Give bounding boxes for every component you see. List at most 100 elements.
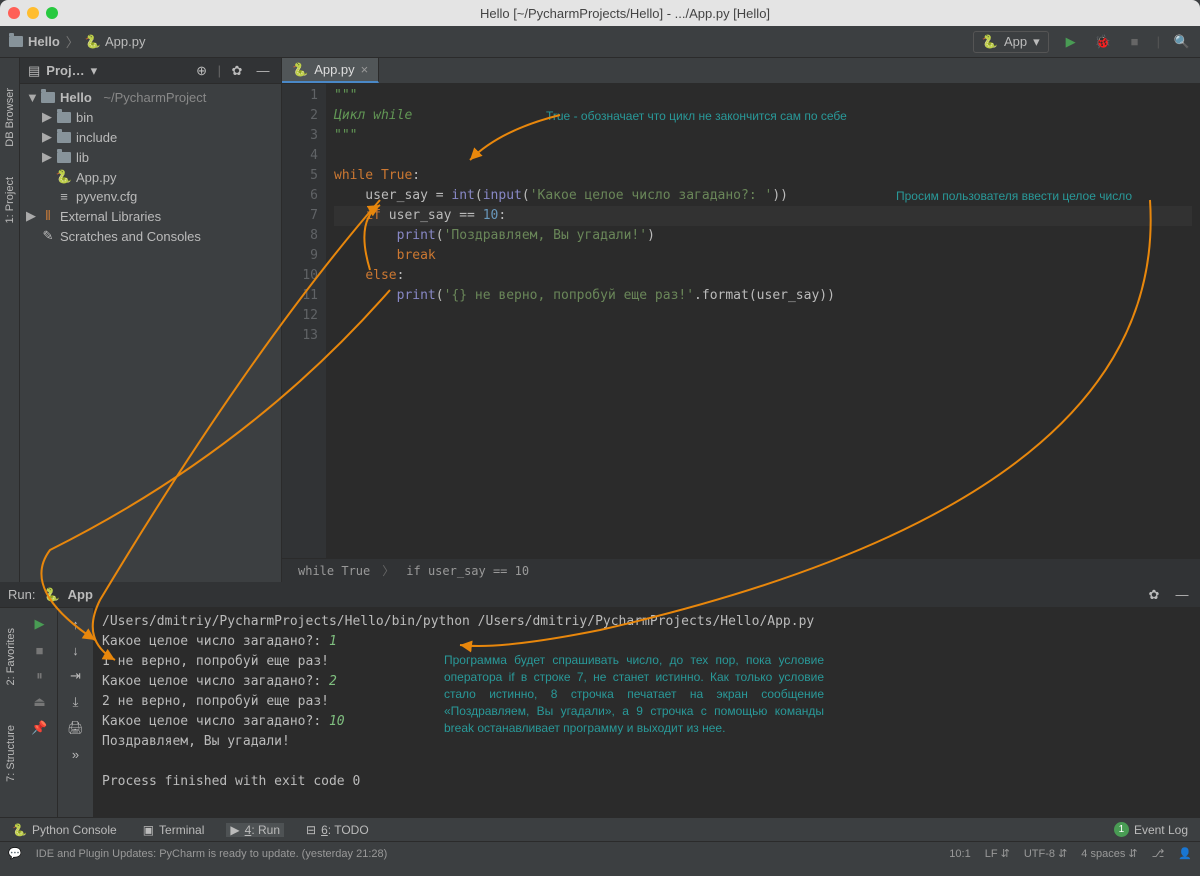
run-tab[interactable]: ▶4: Run <box>226 823 284 837</box>
annotation-explanation: Программа будет спрашивать число, до тех… <box>444 652 824 737</box>
tree-external-libraries[interactable]: ▶⫴External Libraries <box>20 206 281 226</box>
project-panel-title: Proj… <box>46 63 84 78</box>
tree-root[interactable]: ▼ Hello ~/PycharmProject <box>20 88 281 107</box>
status-bar: 💬 IDE and Plugin Updates: PyCharm is rea… <box>0 841 1200 865</box>
breadcrumb-separator: 〉 <box>66 32 79 51</box>
stop-button[interactable]: ■ <box>1125 32 1145 52</box>
tree-folder-lib[interactable]: ▶lib <box>20 147 281 167</box>
todo-tab[interactable]: ⊟6: TODO <box>302 823 373 837</box>
play-icon: ▶ <box>230 823 239 837</box>
python-icon: 🐍 <box>43 587 59 603</box>
code-editor[interactable]: 12345678910111213 """ Цикл while """ whi… <box>282 84 1200 558</box>
event-log-tab[interactable]: 1Event Log <box>1110 822 1192 837</box>
db-browser-tab[interactable]: DB Browser <box>4 88 16 147</box>
annotation-input: Просим пользователя ввести целое число <box>896 186 1132 206</box>
run-toolbar-primary: ▶ ■ ⏸ ⏏ 📌 <box>22 608 58 817</box>
caret-position[interactable]: 10:1 <box>949 848 970 860</box>
title-bar: Hello [~/PycharmProjects/Hello] - .../Ap… <box>0 0 1200 26</box>
pause-icon[interactable]: ⏸ <box>30 666 50 686</box>
scratches-icon: ✎ <box>40 228 56 244</box>
more-icon[interactable]: » <box>66 744 86 764</box>
file-encoding[interactable]: UTF-8 ⇵ <box>1024 847 1067 860</box>
close-window-button[interactable] <box>8 7 20 19</box>
navigation-bar: Hello 〉 🐍 App.py 🐍 App ▾ ▶ 🐞 ■ | 🔍 <box>0 26 1200 58</box>
annotation-loop: True - обозначает что цикл не закончится… <box>546 106 847 126</box>
editor-tab-app[interactable]: 🐍 App.py × <box>282 58 379 83</box>
rerun-button[interactable]: ▶ <box>30 614 50 634</box>
maximize-window-button[interactable] <box>46 7 58 19</box>
tree-folder-bin[interactable]: ▶bin <box>20 107 281 127</box>
favorites-tab[interactable]: 2: Favorites <box>5 628 17 685</box>
status-message[interactable]: IDE and Plugin Updates: PyCharm is ready… <box>36 848 388 860</box>
pin-icon[interactable]: 📌 <box>30 718 50 738</box>
indent-config[interactable]: 4 spaces ⇵ <box>1081 847 1137 860</box>
debug-button[interactable]: 🐞 <box>1093 32 1113 52</box>
run-panel-header: Run: 🐍 App ✿ — <box>0 582 1200 608</box>
tree-folder-include[interactable]: ▶include <box>20 127 281 147</box>
run-configuration-selector[interactable]: 🐍 App ▾ <box>973 31 1049 53</box>
run-config-name: App <box>68 587 93 602</box>
breadcrumb: Hello 〉 🐍 App.py <box>8 32 967 51</box>
git-icon[interactable]: ⎇ <box>1152 847 1165 860</box>
file-icon: ≡ <box>56 189 72 204</box>
left-tool-rail: DB Browser 1: Project <box>0 58 20 582</box>
line-numbers-gutter: 12345678910111213 <box>282 84 326 558</box>
window-title: Hello [~/PycharmProjects/Hello] - .../Ap… <box>58 6 1192 21</box>
close-tab-icon[interactable]: × <box>361 62 369 77</box>
code-breadcrumb-if[interactable]: if user_say == 10 <box>406 564 529 578</box>
python-file-icon: 🐍 <box>292 62 308 78</box>
code-breadcrumb: while True 〉 if user_say == 10 <box>282 558 1200 582</box>
terminal-tab[interactable]: ▣Terminal <box>139 823 209 837</box>
left-bottom-rail: 2: Favorites 7: Structure <box>0 608 22 817</box>
python-file-icon: 🐍 <box>56 169 72 185</box>
tree-file-pyvenv[interactable]: ≡pyvenv.cfg <box>20 187 281 206</box>
editor-tabs: 🐍 App.py × <box>282 58 1200 84</box>
code-breadcrumb-while[interactable]: while True <box>298 564 370 578</box>
chevron-down-icon: ▾ <box>1033 34 1040 50</box>
console-output[interactable]: /Users/dmitriy/PycharmProjects/Hello/bin… <box>94 608 1200 817</box>
project-tab[interactable]: 1: Project <box>4 177 16 223</box>
line-ending[interactable]: LF ⇵ <box>985 847 1010 860</box>
minimize-window-button[interactable] <box>27 7 39 19</box>
breadcrumb-file[interactable]: 🐍 App.py <box>85 34 146 50</box>
folder-icon <box>40 92 56 103</box>
scroll-end-icon[interactable]: ⤓ <box>66 692 86 712</box>
gear-icon[interactable]: ✿ <box>227 61 247 81</box>
gear-icon[interactable]: ✿ <box>1144 585 1164 605</box>
run-panel-title: Run: <box>8 587 35 602</box>
down-arrow-icon[interactable]: ↓ <box>66 640 86 660</box>
project-tool-window: ▤ Proj… ▾ ⊕ | ✿ — ▼ Hello ~/PycharmProje… <box>20 58 282 582</box>
project-tree: ▼ Hello ~/PycharmProject ▶bin ▶include ▶… <box>20 84 281 250</box>
breadcrumb-project[interactable]: Hello <box>8 34 60 49</box>
python-console-tab[interactable]: 🐍Python Console <box>8 823 121 837</box>
library-icon: ⫴ <box>40 208 56 224</box>
stop-button[interactable]: ■ <box>30 640 50 660</box>
project-panel-header: ▤ Proj… ▾ ⊕ | ✿ — <box>20 58 281 84</box>
python-icon: 🐍 <box>12 823 27 837</box>
chevron-down-icon[interactable]: ▾ <box>91 63 98 79</box>
python-icon: 🐍 <box>982 34 998 50</box>
exit-icon[interactable]: ⏏ <box>30 692 50 712</box>
status-message-icon: 💬 <box>8 847 22 860</box>
window-controls <box>8 7 58 19</box>
hide-button[interactable]: — <box>253 61 273 81</box>
structure-tab[interactable]: 7: Structure <box>5 725 17 782</box>
run-toolbar-secondary: ↑ ↓ ⇥ ⤓ 🖨 » <box>58 608 94 817</box>
search-button[interactable]: 🔍 <box>1172 32 1192 52</box>
soft-wrap-icon[interactable]: ⇥ <box>66 666 86 686</box>
scroll-to-source-icon[interactable]: ⊕ <box>192 61 212 81</box>
terminal-icon: ▣ <box>143 823 154 837</box>
tree-file-app[interactable]: 🐍App.py <box>20 167 281 187</box>
list-icon: ⊟ <box>306 823 316 837</box>
inspector-icon[interactable]: 👤 <box>1178 847 1192 860</box>
folder-icon <box>8 36 24 47</box>
up-arrow-icon[interactable]: ↑ <box>66 614 86 634</box>
bottom-tool-tabs: 🐍Python Console ▣Terminal ▶4: Run ⊟6: TO… <box>0 817 1200 841</box>
hide-button[interactable]: — <box>1172 585 1192 605</box>
tree-scratches[interactable]: ✎Scratches and Consoles <box>20 226 281 246</box>
editor-area: 🐍 App.py × 12345678910111213 """ Цикл wh… <box>282 58 1200 582</box>
expand-arrow-icon: ▼ <box>26 90 36 105</box>
run-button[interactable]: ▶ <box>1061 32 1081 52</box>
python-file-icon: 🐍 <box>85 34 101 50</box>
print-icon[interactable]: 🖨 <box>66 718 86 738</box>
